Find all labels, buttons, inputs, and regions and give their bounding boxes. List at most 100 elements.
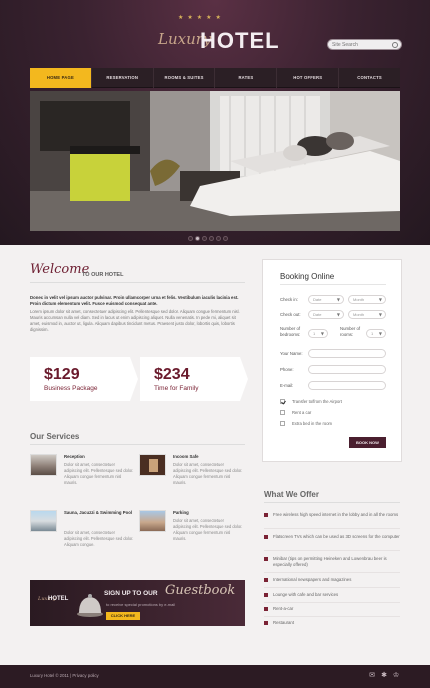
facebook-icon[interactable]: ♔ bbox=[392, 671, 400, 680]
check-out-label: Check out: bbox=[280, 312, 301, 317]
logo[interactable]: ★★★★★ Luxury HOTEL bbox=[158, 14, 279, 58]
nav-rooms[interactable]: ROOMS & SUITES bbox=[154, 68, 216, 88]
slider-dot[interactable] bbox=[209, 236, 214, 241]
promo-price: $234 bbox=[154, 366, 190, 383]
service-sauna: Sauna, Jacuzzi & Swimming Pool Dolor sit… bbox=[30, 510, 135, 560]
divider bbox=[264, 572, 400, 573]
slider-dot[interactable] bbox=[202, 236, 207, 241]
promo-arrow bbox=[240, 357, 248, 401]
email-label: E-mail: bbox=[280, 383, 294, 388]
service-title[interactable]: Incoom Safe bbox=[173, 454, 199, 460]
service-parking: Parking Dolor sit amet, consectetuer adi… bbox=[139, 510, 244, 560]
airport-transfer-label: Transfer to/from the Airport bbox=[292, 399, 342, 404]
slider-dot[interactable] bbox=[216, 236, 221, 241]
offer-title: What We Offer bbox=[264, 490, 319, 499]
service-thumb[interactable] bbox=[30, 454, 57, 476]
service-thumb[interactable] bbox=[139, 510, 166, 532]
nav-home[interactable]: HOME PAGE bbox=[30, 68, 92, 88]
intro-bold: Donec in velit vel ipsum auctor pulvinar… bbox=[30, 295, 239, 306]
chevron-down-icon: ▼ bbox=[378, 312, 382, 317]
guestbook-logo: Luxury HOTEL bbox=[38, 594, 68, 608]
offer-item[interactable]: International newspapers and magazines bbox=[264, 577, 400, 583]
select-value: Date bbox=[313, 312, 322, 317]
check-in-date-select[interactable]: Date ▼ bbox=[308, 295, 344, 304]
chevron-down-icon: ▼ bbox=[336, 297, 340, 302]
rss-icon[interactable]: ✉ bbox=[368, 671, 376, 680]
main-nav: HOME PAGE RESERVATION ROOMS & SUITES RAT… bbox=[30, 68, 400, 88]
check-in-label: Check in: bbox=[280, 297, 298, 302]
offer-text: International newspapers and magazines bbox=[273, 577, 352, 582]
nav-rates[interactable]: RATES bbox=[215, 68, 278, 88]
offer-text: Restaurant bbox=[273, 620, 295, 625]
search-input[interactable] bbox=[332, 41, 390, 49]
service-title[interactable]: Sauna, Jacuzzi & Swimming Pool bbox=[64, 510, 132, 516]
offer-text: Flatscreen TVs which can be used as 3D s… bbox=[273, 534, 400, 539]
service-reception: Reception Dolor sit amet, consectetuer a… bbox=[30, 454, 135, 504]
slider-dot[interactable] bbox=[223, 236, 228, 241]
offer-item[interactable]: Free wireless high speed internet in the… bbox=[264, 512, 400, 518]
service-desc: Dolor sit amet, consectetuer adipiscing … bbox=[173, 462, 243, 485]
service-title[interactable]: Parking bbox=[173, 510, 189, 516]
promo-label: Business Package bbox=[44, 385, 98, 392]
book-now-button[interactable]: BOOK NOW bbox=[349, 437, 386, 448]
click-here-button[interactable]: CLICK HERE bbox=[106, 612, 140, 620]
rooms-select[interactable]: 1 ▼ bbox=[366, 329, 386, 338]
phone-label: Phone: bbox=[280, 367, 294, 372]
twitter-icon[interactable]: ✱ bbox=[380, 671, 388, 680]
offer-text: Lounge with cafe and bar services bbox=[273, 592, 339, 597]
promo-business[interactable]: $129 Business Package bbox=[30, 357, 138, 401]
nav-reservation[interactable]: RESERVATION bbox=[92, 68, 154, 88]
guestbook-script: Guestbook bbox=[165, 583, 236, 598]
phone-field[interactable] bbox=[308, 365, 386, 374]
promo-arrow bbox=[130, 357, 138, 401]
service-thumb[interactable] bbox=[139, 454, 166, 476]
offer-item[interactable]: Rent-a-car bbox=[264, 606, 400, 612]
guestbook-banner: Luxury HOTEL SIGN UP TO OUR Guestbook to… bbox=[30, 580, 245, 626]
divider bbox=[30, 444, 245, 445]
service-title[interactable]: Reception bbox=[64, 454, 85, 460]
welcome-title: TO OUR HOTEL bbox=[82, 272, 124, 278]
welcome-heading: Welcome TO OUR HOTEL bbox=[30, 262, 245, 284]
guestbook-subtitle: to receive special promotions by e-mail bbox=[106, 602, 176, 607]
offer-item[interactable]: Flatscreen TVs which can be used as 3D s… bbox=[264, 534, 400, 540]
slider-dot[interactable] bbox=[195, 236, 200, 241]
rent-car-checkbox[interactable] bbox=[280, 410, 285, 415]
promo-family[interactable]: $234 Time for Family bbox=[140, 357, 248, 401]
service-thumb[interactable] bbox=[30, 510, 57, 532]
promo-label: Time for Family bbox=[154, 385, 199, 392]
divider bbox=[264, 528, 400, 529]
check-in-month-select[interactable]: Month ▼ bbox=[348, 295, 386, 304]
promo-price: $129 bbox=[44, 366, 80, 383]
check-out-month-select[interactable]: Month ▼ bbox=[348, 310, 386, 319]
airport-transfer-checkbox[interactable] bbox=[280, 399, 285, 404]
footer-copyright[interactable]: Luxury Hotel © 2011 | Privacy policy bbox=[30, 673, 99, 678]
offer-text: Minibar (tips on permitting Heineken and… bbox=[273, 556, 387, 567]
bullet-icon bbox=[264, 513, 268, 517]
slider-dots bbox=[188, 236, 228, 241]
name-label: Your Name: bbox=[280, 351, 303, 356]
divider bbox=[264, 616, 400, 617]
search-icon[interactable] bbox=[392, 42, 398, 48]
divider bbox=[264, 602, 400, 603]
bedrooms-select[interactable]: 1 ▼ bbox=[308, 329, 328, 338]
check-out-date-select[interactable]: Date ▼ bbox=[308, 310, 344, 319]
chevron-down-icon: ▼ bbox=[378, 331, 382, 336]
email-field[interactable] bbox=[308, 381, 386, 390]
guestbook-title: SIGN UP TO OUR bbox=[104, 590, 158, 597]
booking-title: Booking Online bbox=[280, 272, 335, 281]
guestbook-logo-name: HOTEL bbox=[48, 596, 69, 602]
offer-item[interactable]: Restaurant bbox=[264, 620, 400, 626]
select-value: 1 bbox=[313, 331, 316, 336]
select-value: Date bbox=[313, 297, 322, 302]
offer-item[interactable]: Minibar (tips on permitting Heineken and… bbox=[264, 556, 400, 568]
slider-dot[interactable] bbox=[188, 236, 193, 241]
nav-contacts[interactable]: CONTACTS bbox=[339, 68, 400, 88]
search-box bbox=[327, 39, 402, 50]
rooms-label: Number of rooms: bbox=[340, 326, 361, 337]
bullet-icon bbox=[264, 593, 268, 597]
offer-item[interactable]: Lounge with cafe and bar services bbox=[264, 592, 400, 598]
nav-hot-offers[interactable]: HOT OFFERS bbox=[277, 68, 340, 88]
chevron-down-icon: ▼ bbox=[320, 331, 324, 336]
name-field[interactable] bbox=[308, 349, 386, 358]
extra-bed-checkbox[interactable] bbox=[280, 421, 285, 426]
